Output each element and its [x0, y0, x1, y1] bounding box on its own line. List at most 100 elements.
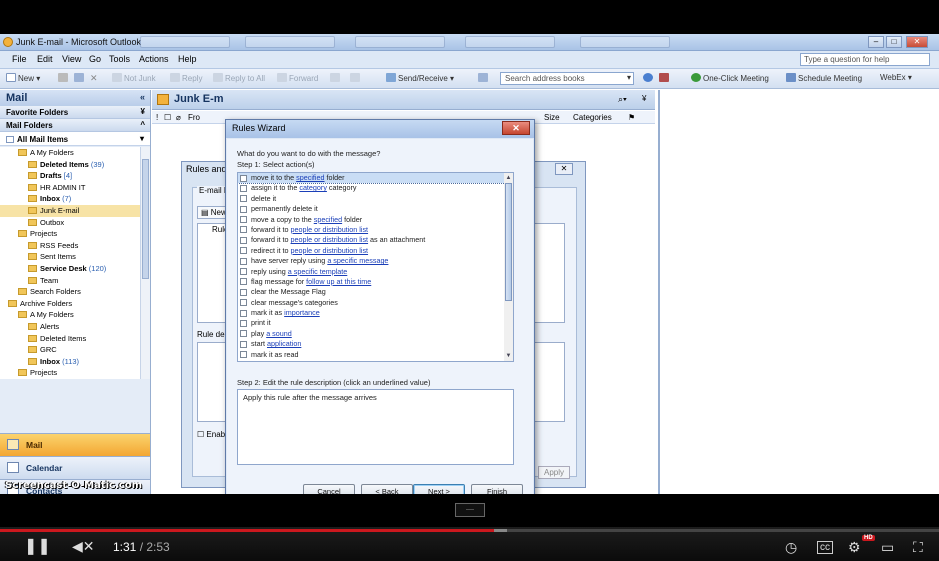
progress-bar[interactable] — [0, 529, 939, 532]
action-link[interactable]: people or distribution list — [291, 225, 369, 234]
folder-item[interactable]: Service Desk (120) — [0, 263, 140, 275]
type-column-icon[interactable]: ☐ — [164, 113, 171, 122]
nav-button-calendar[interactable]: Calendar — [0, 456, 150, 479]
action-item[interactable]: forward it to people or distribution lis… — [238, 225, 513, 235]
action-link[interactable]: a sound — [266, 329, 292, 338]
flag-button[interactable] — [330, 73, 342, 83]
search-dropdown-icon[interactable]: ▾ — [627, 73, 631, 82]
folder-item[interactable]: Projects — [0, 367, 140, 379]
action-link[interactable]: follow up at this time — [306, 277, 371, 286]
action-checkbox[interactable] — [240, 257, 247, 265]
folder-item[interactable]: Alerts — [0, 321, 140, 333]
column-categories[interactable]: Categories — [573, 113, 612, 122]
action-item[interactable]: redirect it to people or distribution li… — [238, 246, 513, 256]
action-checkbox[interactable] — [240, 309, 247, 317]
folder-item[interactable]: Outbox — [0, 217, 140, 229]
folder-item[interactable]: GRC — [0, 344, 140, 356]
ask-question-input[interactable]: Type a question for help — [800, 53, 930, 66]
actions-scrollbar-thumb[interactable] — [505, 183, 512, 301]
back-button[interactable]: < Back — [361, 484, 413, 494]
action-item[interactable]: play a sound — [238, 329, 513, 339]
folder-item[interactable]: RSS Feeds — [0, 240, 140, 252]
mail-folders-header[interactable]: Mail Folders ^ — [0, 119, 150, 132]
address-book-button[interactable] — [478, 73, 490, 83]
action-checkbox[interactable] — [240, 288, 247, 296]
webex-button[interactable]: WebEx ▾ — [880, 73, 912, 82]
expand-icon[interactable]: ¥ — [642, 94, 646, 103]
menu-actions[interactable]: Actions — [139, 54, 169, 64]
scrollbar-thumb[interactable] — [142, 159, 149, 279]
action-checkbox[interactable] — [240, 174, 247, 182]
action-checkbox[interactable] — [240, 299, 247, 307]
action-checkbox[interactable] — [240, 330, 247, 338]
folder-item[interactable]: Team — [0, 275, 140, 287]
folder-item[interactable]: Search Folders — [0, 286, 140, 298]
folder-tree-scrollbar[interactable] — [140, 147, 150, 379]
action-item[interactable]: clear the Message Flag — [238, 287, 513, 297]
action-link[interactable]: specified — [314, 215, 342, 224]
action-checkbox[interactable] — [240, 195, 247, 203]
scroll-up-arrow-icon[interactable]: ▲ — [505, 174, 512, 182]
collapse-pane-icon[interactable]: « — [140, 92, 145, 102]
folder-item[interactable]: HR ADMIN IT — [0, 182, 140, 194]
column-size[interactable]: Size — [544, 113, 560, 122]
action-item[interactable]: forward it to people or distribution lis… — [238, 235, 513, 245]
folder-item[interactable]: Inbox (7) — [0, 193, 140, 205]
action-item[interactable]: have server reply using a specific messa… — [238, 256, 513, 266]
attachment-column-icon[interactable]: ⌀ — [176, 113, 181, 122]
flag-column-icon[interactable]: ⚑ — [628, 113, 635, 122]
action-link[interactable]: people or distribution list — [291, 246, 369, 255]
folder-item[interactable]: Deleted Items — [0, 333, 140, 345]
action-item[interactable]: reply using a specific template — [238, 267, 513, 277]
importance-column-icon[interactable]: ! — [156, 113, 158, 122]
captions-icon[interactable]: cc — [817, 541, 833, 554]
pause-icon[interactable]: ❚❚ — [24, 536, 51, 556]
rules-alerts-close-icon[interactable]: ✕ — [555, 163, 573, 175]
action-item[interactable]: flag message for follow up at this time — [238, 277, 513, 287]
action-item[interactable]: mark it as importance — [238, 308, 513, 318]
print-button[interactable] — [58, 73, 70, 83]
theater-mode-icon[interactable]: ▭ — [881, 539, 894, 556]
expand-chevron-icon[interactable]: ¥ — [141, 107, 145, 116]
all-mail-items-selector[interactable]: All Mail Items ▾ — [0, 132, 150, 146]
action-checkbox[interactable] — [240, 319, 247, 327]
action-item[interactable]: move a copy to the specified folder — [238, 215, 513, 225]
menu-help[interactable]: Help — [178, 54, 197, 64]
action-link[interactable]: importance — [284, 308, 320, 317]
actions-list-scrollbar[interactable]: ▲ ▼ — [504, 172, 514, 362]
action-item[interactable]: delete it — [238, 194, 513, 204]
menu-edit[interactable]: Edit — [37, 54, 53, 64]
apply-button[interactable]: Apply — [538, 466, 571, 479]
action-item[interactable]: permanently delete it — [238, 204, 513, 214]
action-item[interactable]: start application — [238, 339, 513, 349]
next-button[interactable]: Next > — [413, 484, 465, 494]
rule-description-editor[interactable]: Apply this rule after the message arrive… — [237, 389, 514, 465]
action-item[interactable]: mark it as read — [238, 350, 513, 360]
one-click-meeting-button[interactable]: One-Click Meeting — [691, 73, 769, 83]
action-checkbox[interactable] — [240, 226, 247, 234]
menu-tools[interactable]: Tools — [109, 54, 130, 64]
maximize-button[interactable]: □ — [886, 36, 902, 48]
help-button[interactable] — [643, 73, 655, 83]
cancel-button[interactable]: Cancel — [303, 484, 355, 494]
delete-button[interactable]: ✕ — [90, 73, 102, 83]
action-checkbox[interactable] — [240, 216, 247, 224]
action-checkbox[interactable] — [240, 205, 247, 213]
favorite-folders-header[interactable]: Favorite Folders ¥ — [0, 106, 150, 119]
action-checkbox[interactable] — [240, 184, 247, 192]
action-item[interactable]: print it — [238, 318, 513, 328]
folder-item[interactable]: Archive Folders — [0, 298, 140, 310]
volume-muted-icon[interactable]: ◀✕ — [72, 538, 95, 555]
menu-view[interactable]: View — [62, 54, 81, 64]
search-address-books-input[interactable]: Search address books — [500, 72, 634, 85]
watch-later-icon[interactable]: ◷ — [785, 539, 797, 556]
action-item[interactable]: clear message's categories — [238, 298, 513, 308]
folder-item[interactable]: Inbox (113) — [0, 356, 140, 368]
reply-button[interactable]: Reply — [170, 73, 202, 83]
send-receive-button[interactable]: Send/Receive ▾ — [386, 73, 454, 83]
menu-go[interactable]: Go — [89, 54, 101, 64]
minimize-button[interactable]: – — [868, 36, 884, 48]
scroll-down-arrow-icon[interactable]: ▼ — [505, 352, 512, 360]
action-checkbox[interactable] — [240, 278, 247, 286]
search-icon[interactable]: ⌕▾ — [618, 94, 627, 105]
